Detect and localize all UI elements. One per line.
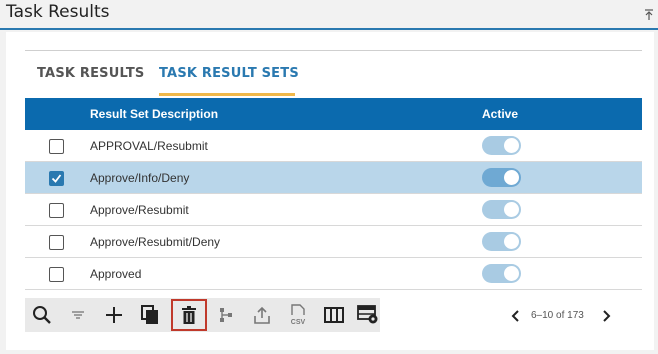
add-button[interactable]: [99, 301, 129, 329]
active-toggle[interactable]: [482, 200, 521, 219]
result-sets-table: Result Set Description Active APPROVAL/R…: [25, 98, 642, 290]
row-checkbox[interactable]: [49, 171, 64, 186]
column-header-description[interactable]: Result Set Description: [90, 107, 218, 121]
toggle-knob: [504, 170, 519, 185]
active-toggle[interactable]: [482, 136, 521, 155]
columns-button[interactable]: [319, 301, 349, 329]
page-title: Task Results: [6, 2, 110, 22]
toggle-knob: [504, 202, 519, 217]
table-settings-button[interactable]: [353, 301, 383, 329]
toggle-knob: [504, 266, 519, 281]
pagination-info: 6–10 of 173: [531, 310, 584, 321]
csv-label: CSV: [291, 319, 306, 326]
add-icon: [106, 307, 122, 323]
toggle-knob: [504, 138, 519, 153]
export-button[interactable]: [247, 301, 277, 329]
hierarchy-button[interactable]: [211, 301, 241, 329]
export-icon: [254, 306, 270, 324]
toggle-knob: [504, 234, 519, 249]
csv-button[interactable]: CSV: [283, 301, 313, 329]
tab-task-result-sets[interactable]: TASK RESULT SETS: [159, 66, 299, 81]
checkmark-icon: [51, 174, 62, 183]
page-header: Task Results: [0, 0, 658, 30]
table-row[interactable]: APPROVAL/Resubmit: [25, 130, 642, 162]
copy-icon: [141, 305, 158, 324]
divider: [25, 50, 642, 51]
row-description: APPROVAL/Resubmit: [90, 139, 208, 153]
tab-task-results[interactable]: TASK RESULTS: [37, 66, 144, 81]
row-checkbox[interactable]: [49, 139, 64, 154]
row-description: Approve/Resubmit/Deny: [90, 235, 221, 249]
previous-page-button[interactable]: [511, 309, 521, 327]
table-header: Result Set Description Active: [25, 98, 642, 130]
columns-icon: [324, 307, 344, 323]
table-row[interactable]: Approve/Resubmit: [25, 194, 642, 226]
tab-bar: TASK RESULTS TASK RESULT SETS: [25, 56, 642, 98]
table-row[interactable]: Approved: [25, 258, 642, 290]
row-checkbox[interactable]: [49, 203, 64, 218]
hierarchy-icon: [220, 308, 232, 322]
table-settings-icon: [357, 305, 378, 324]
delete-button[interactable]: [171, 299, 207, 331]
filter-icon: [72, 311, 84, 319]
search-button[interactable]: [27, 301, 57, 329]
row-description: Approved: [90, 267, 142, 281]
active-toggle[interactable]: [482, 232, 521, 251]
filter-button[interactable]: [63, 301, 93, 329]
column-header-active[interactable]: Active: [482, 107, 518, 121]
search-icon: [33, 306, 51, 324]
table-row[interactable]: Approve/Info/Deny: [25, 162, 642, 194]
row-description: Approve/Resubmit: [90, 203, 189, 217]
collapse-icon[interactable]: [644, 8, 654, 20]
table-toolbar: CSV: [25, 298, 380, 332]
table-row[interactable]: Approve/Resubmit/Deny: [25, 226, 642, 258]
active-toggle[interactable]: [482, 168, 521, 187]
chevron-right-icon: [603, 310, 611, 322]
delete-icon: [182, 305, 196, 324]
row-checkbox[interactable]: [49, 267, 64, 282]
chevron-left-icon: [511, 310, 519, 322]
next-page-button[interactable]: [601, 309, 611, 327]
copy-button[interactable]: [135, 301, 165, 329]
active-tab-indicator: [159, 93, 295, 96]
csv-icon: CSV: [291, 304, 306, 326]
task-results-panel: TASK RESULTS TASK RESULT SETS Result Set…: [6, 32, 654, 350]
active-toggle[interactable]: [482, 264, 521, 283]
row-checkbox[interactable]: [49, 235, 64, 250]
row-description: Approve/Info/Deny: [90, 171, 190, 185]
pagination: 6–10 of 173: [511, 298, 621, 332]
